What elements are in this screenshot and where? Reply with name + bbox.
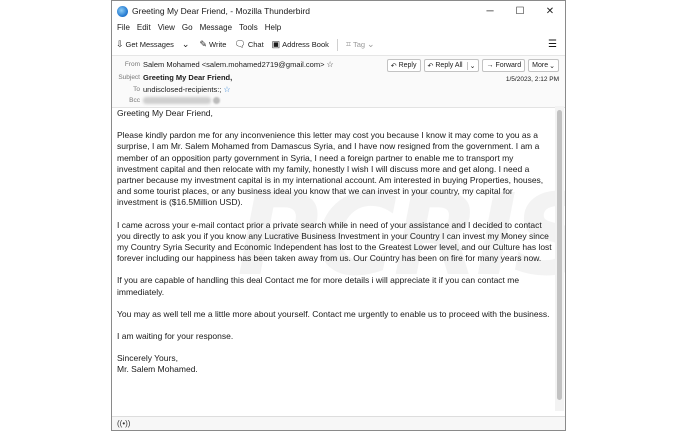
maximize-button[interactable]: ☐: [505, 1, 535, 21]
scrollbar-thumb[interactable]: [557, 110, 562, 400]
chat-label: Chat: [247, 40, 264, 49]
from-value[interactable]: Salem Mohamed <salem.mohamed2719@gmail.c…: [143, 60, 324, 69]
more-chevron-down-icon: ⌄: [549, 62, 555, 70]
thunderbird-logo-icon: [117, 5, 128, 17]
close-button[interactable]: ✕: [535, 1, 565, 21]
subject-row: Subject Greeting My Dear Friend,: [112, 73, 232, 82]
subject-value: Greeting My Dear Friend,: [143, 73, 233, 82]
body-paragraph: If you are capable of handling this deal…: [117, 275, 520, 297]
message-body: Greeting My Dear Friend, Please kindly p…: [117, 108, 553, 376]
write-label: Write: [209, 40, 227, 49]
body-paragraph: Please kindly pardon me for any inconven…: [117, 130, 544, 208]
menu-file[interactable]: File: [117, 23, 130, 32]
reply-label: Reply: [398, 62, 417, 69]
reply-all-icon: ↶: [427, 62, 434, 70]
address-book-label: Address Book: [282, 40, 329, 49]
from-row: From Salem Mohamed <salem.mohamed2719@gm…: [112, 60, 334, 69]
add-contact-star-icon[interactable]: ☆: [223, 85, 230, 94]
message-date: 1/5/2023, 2:12 PM: [505, 76, 559, 83]
bcc-redacted-value: [143, 97, 211, 104]
tag-chevron-down-icon: ⌄: [367, 39, 375, 49]
reply-icon: ↶: [390, 62, 397, 70]
forward-button[interactable]: → Forward: [482, 59, 526, 72]
toolbar-separator: [336, 38, 338, 51]
minimize-button[interactable]: ─: [475, 1, 505, 21]
bcc-redacted-icon: [213, 97, 220, 104]
forward-label: Forward: [495, 62, 522, 69]
wifi-icon[interactable]: ((•)): [117, 419, 130, 428]
body-paragraph: I am waiting for your response.: [117, 331, 234, 342]
more-label: More: [532, 62, 549, 69]
from-label: From: [124, 61, 140, 68]
bcc-row: Bcc: [112, 97, 220, 104]
reply-all-button[interactable]: ↶ Reply All ⌄: [423, 59, 480, 72]
write-button[interactable]: ✎ Write: [199, 39, 226, 50]
thunderbird-window: Greeting My Dear Friend, - Mozilla Thund…: [111, 0, 566, 431]
app-menu-button[interactable]: ☰: [548, 39, 557, 50]
get-messages-dropdown[interactable]: ⌄: [182, 39, 192, 50]
main-toolbar: ⇩ Get Messages ⌄ ✎ Write 🗨 Chat ▣ Addres…: [112, 34, 565, 56]
reply-button[interactable]: ↶ Reply: [386, 59, 421, 72]
window-title: Greeting My Dear Friend, - Mozilla Thund…: [132, 6, 310, 16]
menu-message[interactable]: Message: [200, 23, 232, 32]
body-signoff: Sincerely Yours,: [117, 353, 178, 364]
body-greeting: Greeting My Dear Friend,: [117, 108, 213, 118]
address-book-icon: ▣: [271, 39, 281, 49]
body-paragraph: I came across your e-mail contact prior …: [117, 219, 552, 264]
menu-edit[interactable]: Edit: [137, 23, 151, 32]
body-signature: Mr. Salem Mohamed.: [117, 364, 198, 375]
title-bar: Greeting My Dear Friend, - Mozilla Thund…: [112, 1, 565, 21]
header-actions: ↶ Reply ↶ Reply All ⌄ → Forward More ⌄: [384, 59, 559, 72]
chevron-down-icon: ⌄: [181, 39, 190, 49]
tag-icon: ⌗: [345, 39, 351, 49]
get-messages-button[interactable]: ⇩ Get Messages: [116, 39, 174, 50]
star-icon[interactable]: ☆: [326, 60, 333, 69]
menu-help[interactable]: Help: [265, 23, 281, 32]
tag-button[interactable]: ⌗ Tag ⌄: [346, 39, 377, 50]
message-scrollbar[interactable]: [555, 106, 564, 411]
menu-bar: File Edit View Go Message Tools Help: [112, 21, 565, 34]
pencil-icon: ✎: [199, 39, 207, 49]
subject-label: Subject: [118, 74, 140, 81]
get-messages-label: Get Messages: [125, 40, 174, 49]
message-header: From Salem Mohamed <salem.mohamed2719@gm…: [112, 56, 565, 108]
more-button[interactable]: More ⌄: [528, 59, 559, 72]
menu-go[interactable]: Go: [182, 23, 193, 32]
menu-view[interactable]: View: [158, 23, 175, 32]
address-book-button[interactable]: ▣ Address Book: [272, 39, 329, 50]
status-bar: ((•)): [112, 416, 565, 430]
inbox-download-icon: ⇩: [116, 39, 124, 49]
reply-all-chevron-down-icon[interactable]: ⌄: [466, 61, 475, 70]
to-value[interactable]: undisclosed-recipients:;: [143, 85, 221, 94]
body-paragraph: You may as well tell me a little more ab…: [117, 308, 550, 319]
bcc-label: Bcc: [129, 97, 140, 104]
to-row: To undisclosed-recipients:; ☆: [112, 85, 230, 94]
to-label: To: [133, 86, 140, 93]
menu-tools[interactable]: Tools: [239, 23, 258, 32]
forward-icon: →: [486, 62, 494, 69]
chat-button[interactable]: 🗨 Chat: [234, 39, 263, 50]
reply-all-label: Reply All: [435, 62, 463, 69]
tag-label: Tag: [352, 40, 366, 49]
chat-bubble-icon: 🗨: [234, 39, 246, 49]
